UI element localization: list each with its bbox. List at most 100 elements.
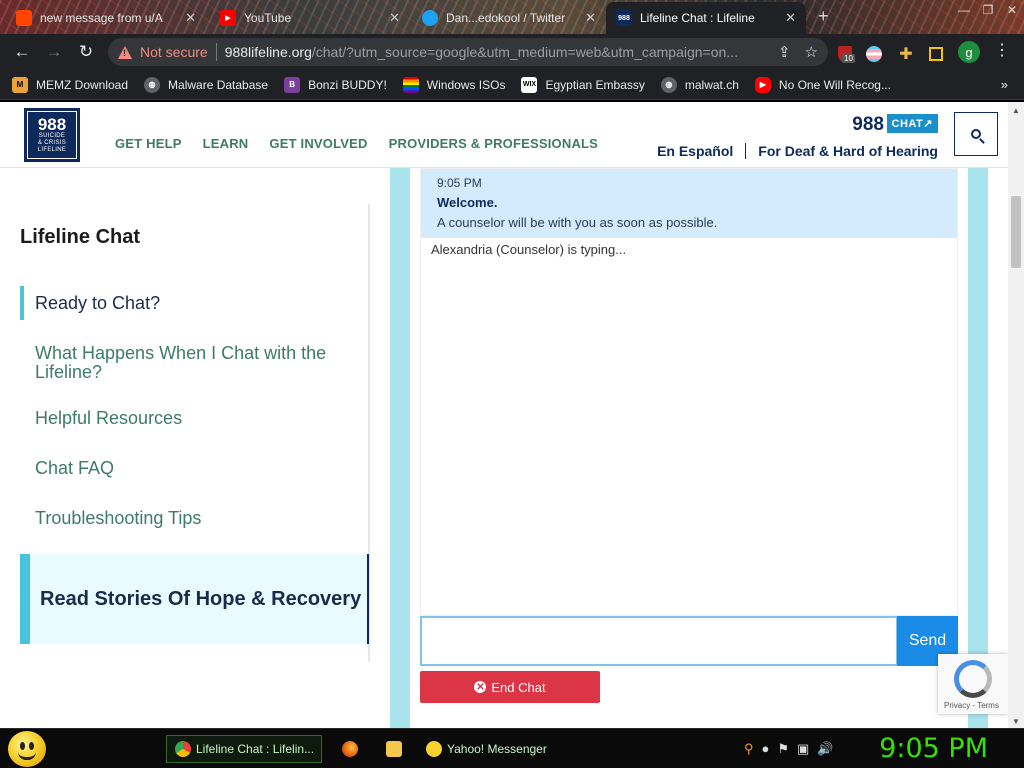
sidebar-item-what-happens[interactable]: What Happens When I Chat with the Lifeli… [20, 344, 350, 382]
globe-icon: ◍ [144, 76, 161, 93]
scrollbar-thumb[interactable] [1011, 196, 1021, 268]
page-scrollbar[interactable]: ▲ ▼ [1008, 102, 1024, 728]
bookmark-malware-database[interactable]: ◍ Malware Database [144, 76, 268, 93]
ublock-badge: 10 [842, 54, 855, 63]
forward-button[interactable]: → [38, 36, 70, 68]
security-status[interactable]: Not secure [140, 44, 208, 60]
browser-tab-strip: new message from u/A ✕ ▶ YouTube ✕ Dan..… [0, 0, 1024, 34]
taskbar-firefox[interactable] [334, 735, 371, 763]
tab-twitter[interactable]: Dan...edokool / Twitter ✕ [412, 2, 606, 34]
recaptcha-icon [954, 660, 992, 698]
back-button[interactable]: ← [6, 36, 38, 68]
site-search-button[interactable] [954, 112, 998, 156]
extensions-puzzle-icon[interactable]: ✚ [896, 42, 916, 66]
close-window-button[interactable]: ✕ [1000, 0, 1024, 20]
nav-learn[interactable]: LEARN [203, 136, 249, 151]
tab-title: Dan...edokool / Twitter [446, 11, 566, 25]
browser-menu-icon[interactable]: ⋮ [994, 40, 1010, 60]
chat-badge-link[interactable]: CHAT↗ [886, 114, 938, 133]
bookmark-malwatch[interactable]: ◍ malwat.ch [660, 76, 739, 93]
url-host: 988lifeline.org [224, 44, 312, 60]
search-icon[interactable]: ⚲ [744, 741, 754, 757]
bookmarks-bar: M MEMZ Download ◍ Malware Database B Bon… [0, 70, 1024, 100]
search-icon [971, 129, 981, 139]
start-button-smiley-icon[interactable] [8, 731, 46, 767]
message-sender: Welcome. [437, 195, 498, 210]
logo-line: SUICIDE [38, 133, 66, 139]
recaptcha-links[interactable]: Privacy - Terms [944, 701, 999, 710]
rainbow-flag-icon [402, 76, 419, 93]
recaptcha-badge[interactable]: Privacy - Terms [938, 654, 1008, 714]
profile-avatar[interactable]: g [958, 41, 980, 63]
youtube-icon: ▶ [754, 76, 771, 93]
smiley-mouth [18, 752, 36, 760]
side-panel-button[interactable] [926, 42, 946, 66]
site-header: 988 SUICIDE & CRISIS LIFELINE GET HELP L… [0, 102, 1008, 168]
sidebar-title: Lifeline Chat [20, 226, 141, 248]
firefox-icon [342, 741, 358, 757]
logo-line: LIFELINE [37, 147, 67, 153]
ublock-extension[interactable]: 10 [834, 42, 856, 66]
close-icon[interactable]: ✕ [785, 10, 796, 26]
new-tab-button[interactable]: + [818, 6, 829, 27]
warning-icon[interactable] [118, 45, 132, 59]
reddit-icon [16, 10, 32, 26]
read-stories-link[interactable]: Read Stories Of Hope & Recovery [20, 554, 369, 644]
sidebar-item-ready-to-chat[interactable]: Ready to Chat? [20, 286, 350, 320]
988-brand[interactable]: 988 [852, 114, 884, 136]
omnibox-divider [215, 43, 217, 61]
maximize-button[interactable]: ❐ [976, 0, 1000, 20]
end-chat-button[interactable]: ✕ End Chat [420, 671, 600, 703]
chat-input[interactable] [420, 616, 898, 666]
taskbar-chrome-window[interactable]: Lifeline Chat : Lifelin... [166, 735, 322, 763]
minimize-button[interactable]: — [952, 0, 976, 20]
bookmark-egyptian-embassy[interactable]: WIX Egyptian Embassy [521, 76, 645, 93]
close-icon[interactable]: ✕ [585, 10, 596, 26]
globe-icon: ◍ [660, 76, 677, 93]
youtube-icon: ▶ [220, 10, 236, 26]
deaf-hard-of-hearing-link[interactable]: For Deaf & Hard of Hearing [758, 143, 938, 159]
messenger-tray-icon[interactable]: ● [762, 741, 770, 757]
988-logo[interactable]: 988 SUICIDE & CRISIS LIFELINE [24, 108, 80, 162]
close-icon[interactable]: ✕ [389, 10, 400, 26]
close-icon[interactable]: ✕ [185, 10, 196, 26]
bookmark-label: Egyptian Embassy [545, 77, 645, 92]
flag-tray-icon[interactable]: ⚑ [777, 741, 789, 757]
task-label: Yahoo! Messenger [447, 742, 547, 756]
scroll-down-arrow-icon[interactable]: ▼ [1012, 717, 1020, 726]
bookmark-label: malwat.ch [684, 77, 739, 92]
star-icon[interactable]: ☆ [805, 43, 818, 61]
taskbar-yahoo-messenger[interactable]: Yahoo! Messenger [418, 735, 574, 763]
taskbar: Lifeline Chat : Lifelin... Yahoo! Messen… [0, 728, 1024, 768]
nav-get-help[interactable]: GET HELP [115, 136, 182, 151]
reload-button[interactable]: ↻ [70, 36, 102, 68]
logo-line: & CRISIS [37, 140, 67, 146]
tab-lifeline-chat[interactable]: 988 Lifeline Chat : Lifeline ✕ [606, 2, 806, 34]
chat-log[interactable]: 9:05 PM Welcome. A counselor will be wit… [420, 168, 958, 616]
url-text[interactable]: 988lifeline.org/chat/?utm_source=google&… [225, 44, 738, 60]
taskbar-clock[interactable]: 9:05 PM [879, 733, 988, 764]
bookmark-bonzi-buddy[interactable]: B Bonzi BUDDY! [284, 76, 387, 93]
tab-reddit[interactable]: new message from u/A ✕ [6, 2, 206, 34]
trans-flag-extension[interactable] [864, 42, 884, 66]
address-bar[interactable]: Not secure 988lifeline.org/chat/?utm_sou… [108, 38, 828, 66]
bookmark-no-one-will-recognize[interactable]: ▶ No One Will Recog... [754, 76, 891, 93]
tab-youtube[interactable]: ▶ YouTube ✕ [210, 2, 410, 34]
nav-get-involved[interactable]: GET INVOLVED [269, 136, 367, 151]
sidebar-item-helpful-resources[interactable]: Helpful Resources [20, 409, 350, 428]
share-icon[interactable]: ⇪ [778, 43, 791, 61]
988-icon: 988 [616, 10, 632, 26]
scroll-up-arrow-icon[interactable]: ▲ [1012, 106, 1020, 115]
volume-icon[interactable]: 🔊 [817, 741, 833, 757]
bonzi-icon: B [284, 76, 301, 93]
taskbar-folder[interactable] [378, 735, 415, 763]
bookmark-memz[interactable]: M MEMZ Download [12, 76, 128, 93]
network-icon[interactable]: ▣ [797, 741, 809, 757]
bookmark-windows-isos[interactable]: Windows ISOs [402, 76, 505, 93]
sidebar-item-chat-faq[interactable]: Chat FAQ [20, 459, 350, 478]
sidebar-item-troubleshooting[interactable]: Troubleshooting Tips [20, 509, 350, 528]
spanish-link[interactable]: En Español [657, 143, 733, 159]
bookmarks-overflow-icon[interactable]: » [1001, 77, 1008, 92]
chrome-icon [175, 741, 191, 757]
nav-providers-professionals[interactable]: PROVIDERS & PROFESSIONALS [389, 136, 598, 151]
